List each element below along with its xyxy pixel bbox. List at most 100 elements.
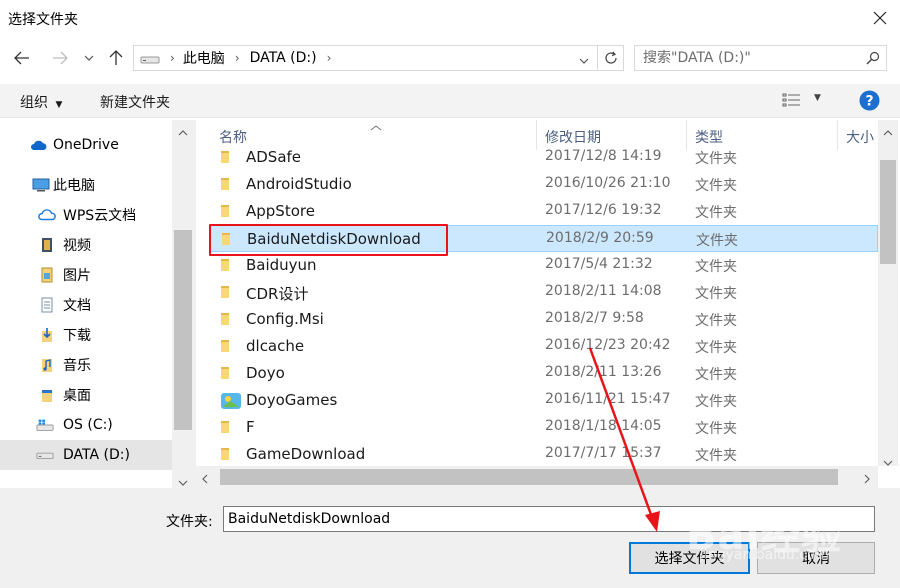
organize-button[interactable]: 组织 ▼ bbox=[20, 92, 62, 112]
sidebar-item-wps-cloud[interactable]: WPS云文档 bbox=[0, 200, 172, 230]
folder-type: 文件夹 bbox=[695, 178, 737, 194]
details-view-icon bbox=[782, 93, 800, 107]
folder-row[interactable]: GameDownload 2017/7/17 15:37 文件夹 bbox=[210, 441, 878, 466]
folder-row[interactable]: ADSafe 2017/12/8 14:19 文件夹 bbox=[210, 144, 878, 171]
sort-ascending-icon bbox=[370, 120, 382, 135]
breadcrumb-separator-icon: › bbox=[234, 51, 240, 65]
folder-type: 文件夹 bbox=[696, 233, 738, 249]
sidebar-item-this-pc[interactable]: 此电脑 bbox=[0, 170, 172, 200]
sidebar-item-videos[interactable]: 视频 bbox=[0, 230, 172, 260]
help-icon: ? bbox=[859, 90, 880, 111]
folder-row[interactable]: F 2018/1/18 14:05 文件夹 bbox=[210, 414, 878, 441]
scroll-up-icon[interactable] bbox=[883, 124, 893, 140]
sidebar-item-label: 桌面 bbox=[63, 388, 91, 404]
folder-icon bbox=[220, 312, 236, 326]
folder-icon bbox=[220, 447, 236, 461]
sidebar-item-data-d[interactable]: DATA (D:) bbox=[0, 440, 172, 470]
search-box[interactable] bbox=[634, 45, 887, 71]
close-icon bbox=[873, 11, 887, 25]
title-bar bbox=[0, 0, 900, 36]
horizontal-scrollbar[interactable] bbox=[196, 466, 878, 488]
download-icon bbox=[38, 327, 56, 343]
address-dropdown-button[interactable] bbox=[579, 52, 589, 68]
folder-row[interactable]: Doyo 2018/2/11 13:26 文件夹 bbox=[210, 360, 878, 387]
windows-drive-icon bbox=[36, 417, 54, 433]
folder-type: 文件夹 bbox=[695, 421, 737, 437]
vertical-scrollbar[interactable] bbox=[878, 120, 898, 466]
folder-icon bbox=[220, 285, 236, 299]
sidebar-scrollbar[interactable] bbox=[172, 120, 196, 488]
recent-locations-button[interactable] bbox=[80, 46, 98, 70]
sidebar-item-label: WPS云文档 bbox=[63, 208, 137, 224]
organize-label: 组织 bbox=[20, 95, 48, 111]
sidebar-item-label: DATA (D:) bbox=[63, 447, 130, 463]
breadcrumb-separator-icon: › bbox=[326, 51, 332, 65]
view-options-button[interactable] bbox=[782, 93, 802, 111]
folder-name: dlcache bbox=[246, 337, 305, 355]
watermark-url: jingyan.baidu.com bbox=[700, 547, 830, 563]
pictures-icon bbox=[38, 267, 56, 283]
folder-icon bbox=[220, 150, 236, 164]
caret-down-icon: ▼ bbox=[55, 100, 63, 110]
folder-type: 文件夹 bbox=[695, 340, 737, 356]
up-button[interactable] bbox=[104, 46, 128, 70]
sidebar-item-music[interactable]: 音乐 bbox=[0, 350, 172, 380]
desktop-icon bbox=[38, 387, 56, 403]
sidebar-item-desktop[interactable]: 桌面 bbox=[0, 380, 172, 410]
cloud-icon bbox=[30, 137, 48, 153]
sidebar-item-label: 视频 bbox=[63, 238, 91, 254]
sidebar-item-documents[interactable]: 文档 bbox=[0, 290, 172, 320]
folder-date: 2018/1/18 14:05 bbox=[545, 418, 662, 434]
folder-name: Doyo bbox=[246, 364, 285, 382]
sidebar-item-downloads[interactable]: 下载 bbox=[0, 320, 172, 350]
scroll-up-icon[interactable] bbox=[178, 124, 188, 140]
scroll-down-icon[interactable] bbox=[883, 454, 893, 470]
computer-icon bbox=[32, 177, 50, 193]
help-button[interactable]: ? bbox=[859, 90, 880, 115]
app-folder-icon bbox=[220, 390, 241, 409]
new-folder-button[interactable]: 新建文件夹 bbox=[100, 92, 170, 112]
folder-row[interactable]: Baiduyun 2017/5/4 21:32 文件夹 bbox=[210, 252, 878, 279]
sidebar-item-label: 文档 bbox=[63, 298, 91, 314]
sidebar-item-onedrive[interactable]: OneDrive bbox=[0, 130, 172, 160]
folder-row[interactable]: Config.Msi 2018/2/7 9:58 文件夹 bbox=[210, 306, 878, 333]
breadcrumb-data-drive[interactable]: DATA (D:) bbox=[250, 50, 317, 66]
folder-date: 2018/2/7 9:58 bbox=[545, 310, 644, 326]
sidebar-item-label: OneDrive bbox=[53, 137, 119, 153]
close-button[interactable] bbox=[864, 2, 896, 34]
view-dropdown-button[interactable]: ▼ bbox=[814, 93, 821, 103]
scroll-left-icon[interactable] bbox=[202, 472, 208, 488]
scrollbar-thumb[interactable] bbox=[174, 230, 192, 430]
folder-row[interactable]: DoyoGames 2016/11/21 15:47 文件夹 bbox=[210, 387, 878, 414]
folder-row[interactable]: AppStore 2017/12/6 19:32 文件夹 bbox=[210, 198, 878, 225]
back-button[interactable] bbox=[10, 46, 34, 70]
folder-name: AppStore bbox=[246, 202, 315, 220]
sidebar-item-os-c[interactable]: OS (C:) bbox=[0, 410, 172, 440]
folder-date: 2017/7/17 15:37 bbox=[545, 445, 662, 461]
folder-type: 文件夹 bbox=[695, 394, 737, 410]
folder-date: 2016/10/26 21:10 bbox=[545, 175, 671, 191]
refresh-button[interactable] bbox=[597, 46, 623, 70]
search-input[interactable] bbox=[643, 49, 858, 67]
scrollbar-thumb[interactable] bbox=[220, 469, 838, 485]
folder-type: 文件夹 bbox=[695, 313, 737, 329]
folder-name: CDR设计 bbox=[246, 285, 309, 303]
folder-type: 文件夹 bbox=[695, 259, 737, 275]
folder-row[interactable]: AndroidStudio 2016/10/26 21:10 文件夹 bbox=[210, 171, 878, 198]
sidebar-item-label: 此电脑 bbox=[53, 178, 95, 194]
folder-row[interactable]: CDR设计 2018/2/11 14:08 文件夹 bbox=[210, 279, 878, 306]
sidebar-item-pictures[interactable]: 图片 bbox=[0, 260, 172, 290]
address-bar[interactable]: › 此电脑 › DATA (D:) › bbox=[133, 45, 624, 71]
arrow-right-icon bbox=[53, 51, 68, 65]
breadcrumb-this-pc[interactable]: 此电脑 bbox=[183, 48, 225, 68]
scrollbar-thumb[interactable] bbox=[880, 160, 896, 264]
forward-button[interactable] bbox=[48, 46, 72, 70]
folder-name: Config.Msi bbox=[246, 310, 324, 328]
folder-row[interactable]: dlcache 2016/12/23 20:42 文件夹 bbox=[210, 333, 878, 360]
refresh-icon bbox=[604, 51, 617, 64]
scroll-right-icon[interactable] bbox=[864, 472, 870, 488]
svg-text:?: ? bbox=[865, 94, 873, 110]
wps-cloud-icon bbox=[38, 207, 56, 223]
folder-label: 文件夹: bbox=[166, 514, 213, 530]
music-icon bbox=[38, 357, 56, 373]
